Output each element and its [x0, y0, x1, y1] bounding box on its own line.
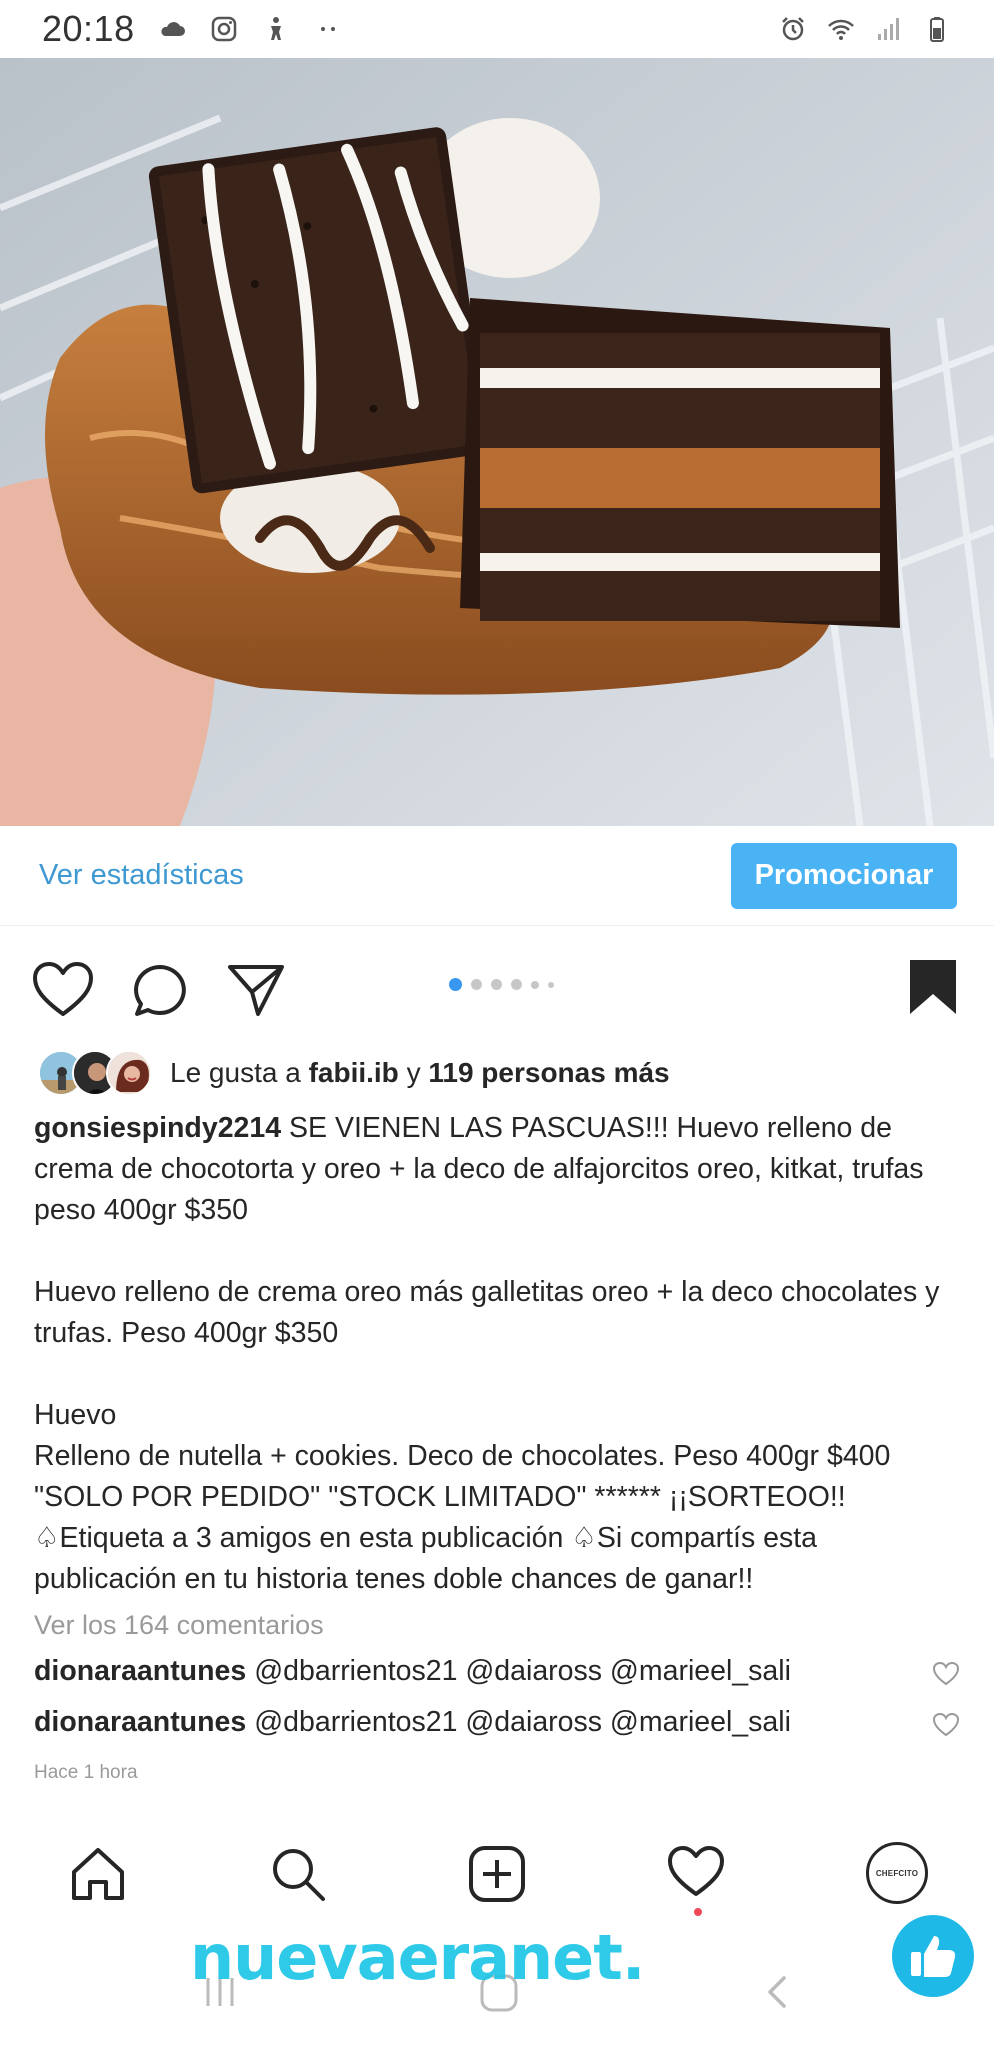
- add-post-icon[interactable]: [467, 1844, 527, 1904]
- back-icon[interactable]: [760, 1972, 796, 2012]
- profile-avatar[interactable]: CHEFCITO: [866, 1842, 928, 1904]
- comment-row: dionaraantunes @dbarrientos21 @daiaross …: [34, 1655, 964, 1688]
- activity-heart-icon[interactable]: [666, 1844, 726, 1900]
- view-all-comments-link[interactable]: Ver los 164 comentarios: [34, 1610, 324, 1641]
- carousel-dot: [531, 980, 539, 989]
- likes-text: Le gusta a fabii.ib y 119 personas más: [170, 1057, 670, 1089]
- comment-username[interactable]: dionaraantunes: [34, 1655, 246, 1688]
- post-image[interactable]: [0, 58, 994, 826]
- alarm-icon: [782, 17, 804, 41]
- more-dots-icon: [320, 27, 335, 31]
- post-timestamp: Hace 1 hora: [34, 1762, 138, 1783]
- status-bar: 20:18: [0, 0, 994, 58]
- likes-count[interactable]: 119 personas más: [428, 1057, 669, 1088]
- caption-username[interactable]: gonsiespindy2214: [34, 1112, 281, 1144]
- cloud-icon: [160, 22, 185, 36]
- carousel-indicator: [449, 978, 554, 991]
- instagram-icon: [211, 16, 236, 42]
- bottom-nav: [0, 1832, 994, 1924]
- status-time: 20:18: [42, 8, 135, 49]
- thumbs-up-icon: [911, 1936, 956, 1977]
- watermark-logo: nuevaeranet.: [190, 1921, 645, 1994]
- battery-icon: [930, 17, 944, 42]
- avatar: [106, 1050, 152, 1096]
- search-icon[interactable]: [268, 1844, 328, 1904]
- carousel-dot: [449, 978, 462, 991]
- chocolate-egg-photo: [0, 58, 994, 826]
- thumbs-up-button[interactable]: [892, 1915, 974, 1997]
- likes-prefix: Le gusta a: [170, 1057, 309, 1088]
- caption-paragraph: gonsiespindy2214 SE VIENEN LAS PASCUAS!!…: [34, 1108, 964, 1231]
- notification-dot: [694, 1908, 702, 1916]
- liker-username[interactable]: fabii.ib: [309, 1057, 399, 1088]
- comment-text: @dbarrientos21 @daiaross @marieel_sali: [254, 1655, 791, 1687]
- promote-button[interactable]: Promocionar: [731, 842, 957, 909]
- caption-paragraph: Huevo: [34, 1399, 117, 1431]
- liker-avatars: [38, 1050, 158, 1096]
- share-send-icon[interactable]: [227, 962, 285, 1018]
- post-caption: gonsiespindy2214 SE VIENEN LAS PASCUAS!!…: [34, 1108, 964, 1600]
- caption-paragraph: Relleno de nutella + cookies. Deco de ch…: [34, 1440, 891, 1595]
- comment-bubble-icon[interactable]: [131, 962, 189, 1020]
- comment-text: @dbarrientos21 @daiaross @marieel_sali: [254, 1706, 791, 1738]
- likes-connector: y: [398, 1057, 429, 1088]
- view-insights-link[interactable]: Ver estadísticas: [39, 859, 244, 892]
- bookmark-saved-icon[interactable]: [908, 958, 958, 1016]
- comment-like-heart-icon[interactable]: [932, 1712, 960, 1738]
- accessibility-icon: [270, 17, 281, 40]
- comment-username[interactable]: dionaraantunes: [34, 1706, 246, 1739]
- action-row: [0, 950, 994, 1034]
- carousel-dot: [471, 979, 482, 990]
- profile-avatar-text: CHEFCITO: [875, 1868, 919, 1878]
- carousel-dot: [548, 981, 554, 988]
- likes-row[interactable]: Le gusta a fabii.ib y 119 personas más: [38, 1048, 670, 1098]
- carousel-dot: [511, 979, 522, 990]
- like-heart-icon[interactable]: [31, 960, 95, 1020]
- wifi-icon: [828, 19, 854, 40]
- carousel-dot: [491, 979, 502, 990]
- insights-row: Ver estadísticas Promocionar: [0, 826, 994, 926]
- comment-row: dionaraantunes @dbarrientos21 @daiaross …: [34, 1706, 964, 1739]
- home-icon[interactable]: [68, 1844, 128, 1904]
- caption-paragraph: Huevo relleno de crema oreo más galletit…: [34, 1276, 940, 1349]
- signal-icon: [878, 18, 899, 40]
- comment-like-heart-icon[interactable]: [932, 1661, 960, 1687]
